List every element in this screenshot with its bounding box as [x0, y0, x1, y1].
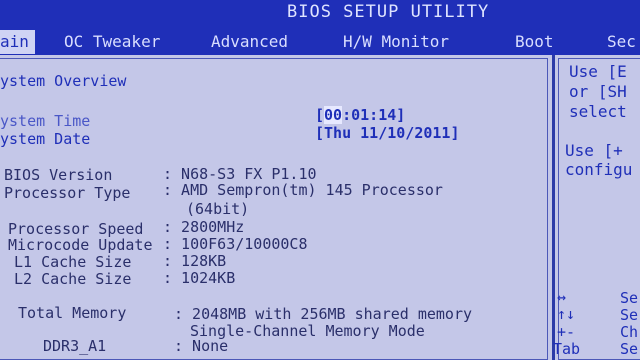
key-left-right-desc: Se — [620, 289, 639, 307]
l2-cache-label: L2 Cache Size — [14, 270, 132, 288]
key-up-down-desc: Se — [620, 306, 639, 324]
top-bar: BIOS SETUP UTILITY ain OC Tweaker Advanc… — [0, 0, 640, 55]
system-date-label[interactable]: ystem Date — [0, 130, 90, 148]
microcode-label: Microcode Update — [8, 236, 153, 254]
processor-type-value: : AMD Sempron(tm) 145 Processor — [163, 181, 443, 199]
tab-security[interactable]: Sec — [607, 30, 636, 54]
l2-cache-value: : 1024KB — [163, 269, 236, 287]
tab-main[interactable]: ain — [0, 30, 35, 54]
system-time-prefix: [ — [315, 106, 325, 124]
tab-boot[interactable]: Boot — [515, 30, 554, 54]
key-up-down: ↑↓ — [557, 305, 576, 323]
tab-oc-tweaker[interactable]: OC Tweaker — [64, 30, 160, 54]
help-line-4: Use [+ — [565, 141, 623, 160]
key-tab: Tab — [553, 340, 581, 358]
tab-hw-monitor[interactable]: H/W Monitor — [343, 30, 449, 54]
system-time-value[interactable]: [00:01:14] — [315, 106, 405, 124]
l1-cache-value: : 128KB — [163, 252, 227, 270]
system-time-label[interactable]: ystem Time — [0, 112, 90, 130]
bios-title: BIOS SETUP UTILITY — [287, 2, 490, 22]
l1-cache-label: L1 Cache Size — [14, 253, 132, 271]
tab-advanced[interactable]: Advanced — [211, 30, 288, 54]
key-plus-minus: +- — [557, 323, 576, 341]
ddr3-a1-value: : None — [174, 337, 229, 355]
help-line-3: select — [569, 102, 627, 121]
key-tab-desc: Se — [620, 340, 639, 358]
microcode-value: : 100F63/10000C8 — [163, 235, 308, 253]
key-left-right: ↔ — [557, 288, 567, 306]
total-memory-value: : 2048MB with 256MB shared memory — [174, 305, 473, 323]
help-line-1: Use [E — [569, 62, 627, 81]
key-plus-minus-desc: Ch — [620, 323, 639, 341]
total-memory-label: Total Memory — [18, 304, 127, 322]
processor-type-label: Processor Type — [4, 184, 131, 202]
ddr3-a1-label: DDR3_A1 — [43, 337, 107, 355]
help-line-5: configu — [565, 160, 633, 179]
processor-type-value-cont: (64bit) — [186, 200, 250, 218]
section-title: ystem Overview — [0, 72, 127, 90]
system-time-hour-field[interactable]: 00 — [324, 106, 343, 124]
help-line-2: or [SH — [569, 82, 627, 101]
system-time-rest: :01:14] — [342, 106, 406, 124]
system-date-value[interactable]: [Thu 11/10/2011] — [315, 124, 460, 142]
processor-speed-value: : 2800MHz — [163, 218, 245, 236]
bios-version-label: BIOS Version — [4, 166, 113, 184]
